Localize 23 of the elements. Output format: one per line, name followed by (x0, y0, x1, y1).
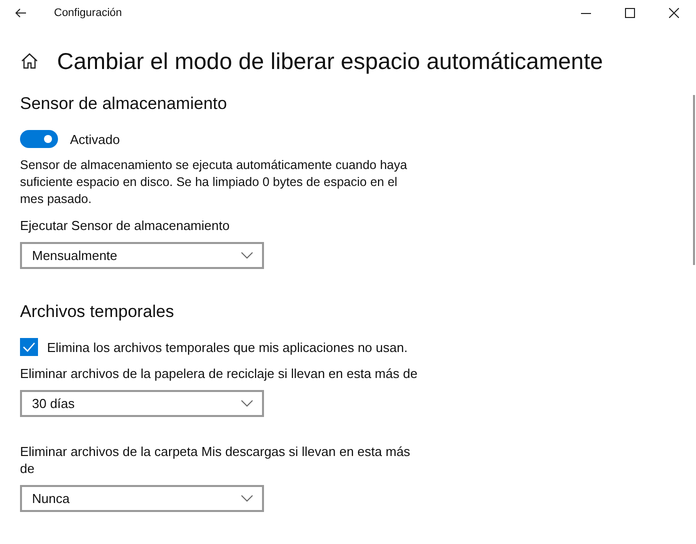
dropdown-label: Eliminar archivos de la carpeta Mis descargas si llevan en esta más de (20, 443, 412, 477)
toggle-label: Activado (70, 132, 120, 146)
section-heading: Archivos temporales (20, 302, 174, 322)
dropdown[interactable]: Mensualmente (20, 242, 264, 269)
chevron-icon (241, 252, 253, 259)
dropdown-label: Eliminar archivos de la papelera de reciclaje si llevan en esta más de (20, 365, 418, 382)
description: Sensor de almacenamiento se ejecuta automáticamente cuando haya suficiente espacio en disco. Se ha limpiado 0 bytes de espacio en el mes pasado. (20, 157, 408, 208)
chevron-icon (241, 495, 253, 502)
home-icon[interactable] (21, 53, 38, 69)
window-title: Configuración (54, 7, 122, 19)
back-icon[interactable] (15, 8, 27, 18)
dropdown-label: Ejecutar Sensor de almacenamiento (20, 217, 231, 234)
scrollbar[interactable] (693, 95, 695, 265)
close-icon[interactable] (669, 8, 679, 18)
section-heading: Sensor de almacenamiento (20, 94, 227, 114)
toggle-switch[interactable] (20, 130, 58, 148)
page-heading: Cambiar el modo de liberar espacio automáticamente (57, 48, 603, 74)
dropdown[interactable]: 30 días (20, 390, 264, 417)
checkbox[interactable] (20, 338, 38, 356)
chevron-icon (241, 400, 253, 407)
dropdown[interactable]: Nunca (20, 485, 264, 512)
maximize-icon[interactable] (625, 8, 635, 18)
checkbox-label: Elimina los archivos temporales que mis aplicaciones no usan. (47, 340, 408, 354)
